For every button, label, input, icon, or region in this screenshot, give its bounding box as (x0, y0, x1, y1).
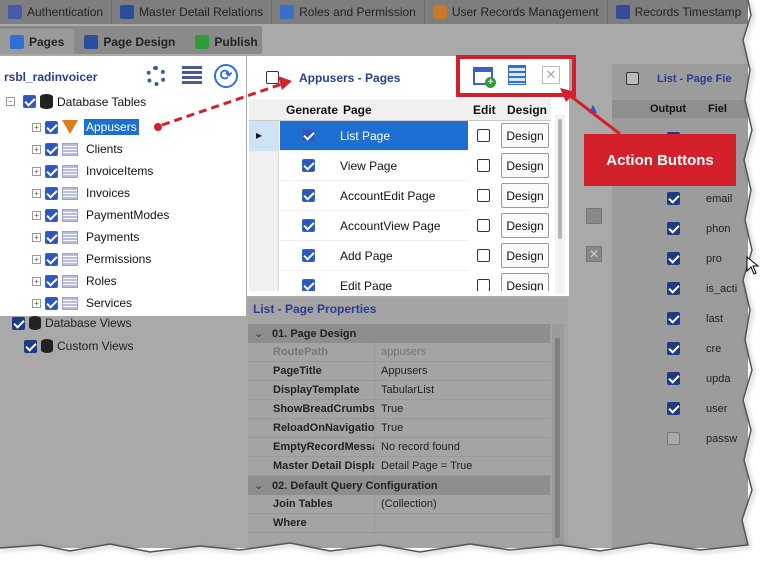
mouse-cursor-icon (746, 256, 760, 275)
torn-edge (0, 0, 768, 571)
